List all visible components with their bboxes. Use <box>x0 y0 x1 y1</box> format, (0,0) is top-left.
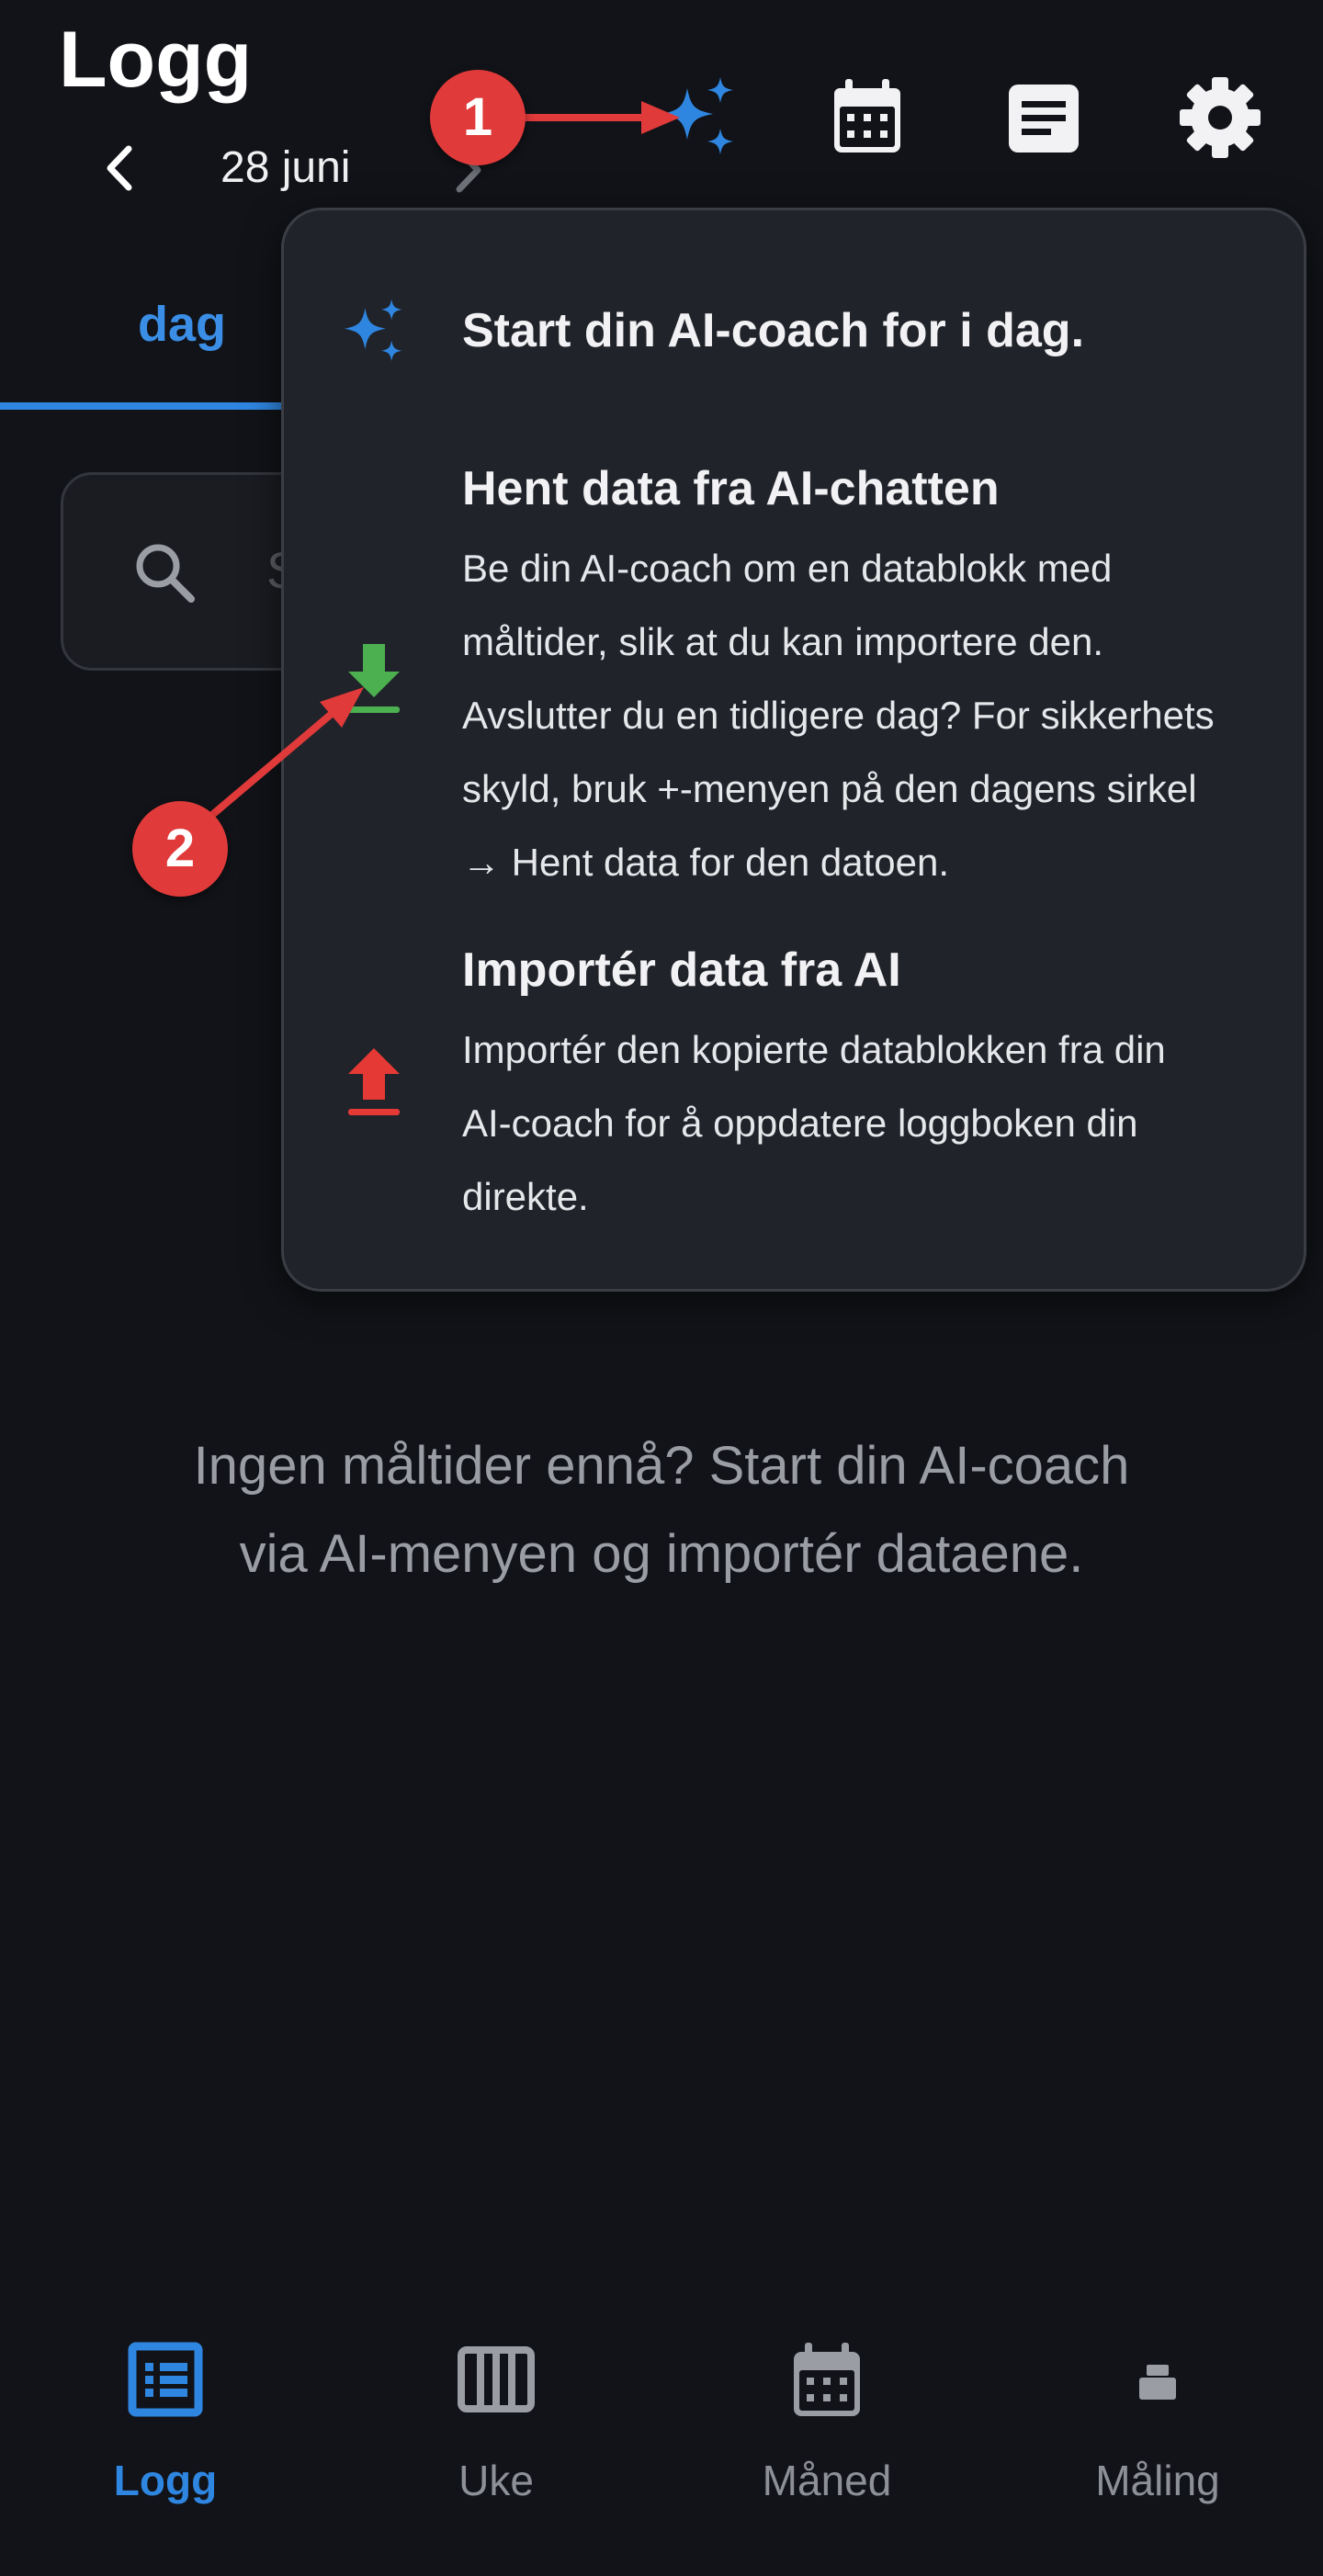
description-line: AI-coach for å oppdatere loggboken din <box>462 1102 1138 1145</box>
annotation-badge-1: 1 <box>430 70 526 165</box>
nav-label: Måned <box>762 2457 892 2504</box>
nav-label: Uke <box>458 2457 534 2504</box>
upload-icon <box>339 1043 409 1122</box>
menu-item-description: Importér den kopierte datablokken fra di… <box>462 1013 1252 1234</box>
week-columns-icon <box>450 2333 542 2425</box>
nav-item-uke[interactable]: Uke <box>331 2333 662 2517</box>
nav-label: Måling <box>1095 2457 1220 2504</box>
empty-state-line-2: via AI-menyen og importér dataene. <box>239 1524 1084 1584</box>
empty-state-message: Ingen måltider ennå? Start din AI-coach … <box>92 1422 1231 1599</box>
list-icon <box>119 2333 211 2425</box>
nav-item-logg[interactable]: Logg <box>0 2333 331 2517</box>
scale-icon <box>1112 2333 1204 2425</box>
description-line: Importér den kopierte datablokken fra di… <box>462 1028 1166 1071</box>
nav-label: Logg <box>113 2457 218 2504</box>
nav-item-maling[interactable]: Måling <box>992 2333 1323 2517</box>
nav-item-maned[interactable]: Måned <box>662 2333 992 2517</box>
calendar-icon <box>781 2333 873 2425</box>
annotation-badge-2: 2 <box>132 801 228 897</box>
description-line: direkte. <box>462 1175 589 1218</box>
empty-state-line-1: Ingen måltider ennå? Start din AI-coach <box>193 1436 1130 1496</box>
